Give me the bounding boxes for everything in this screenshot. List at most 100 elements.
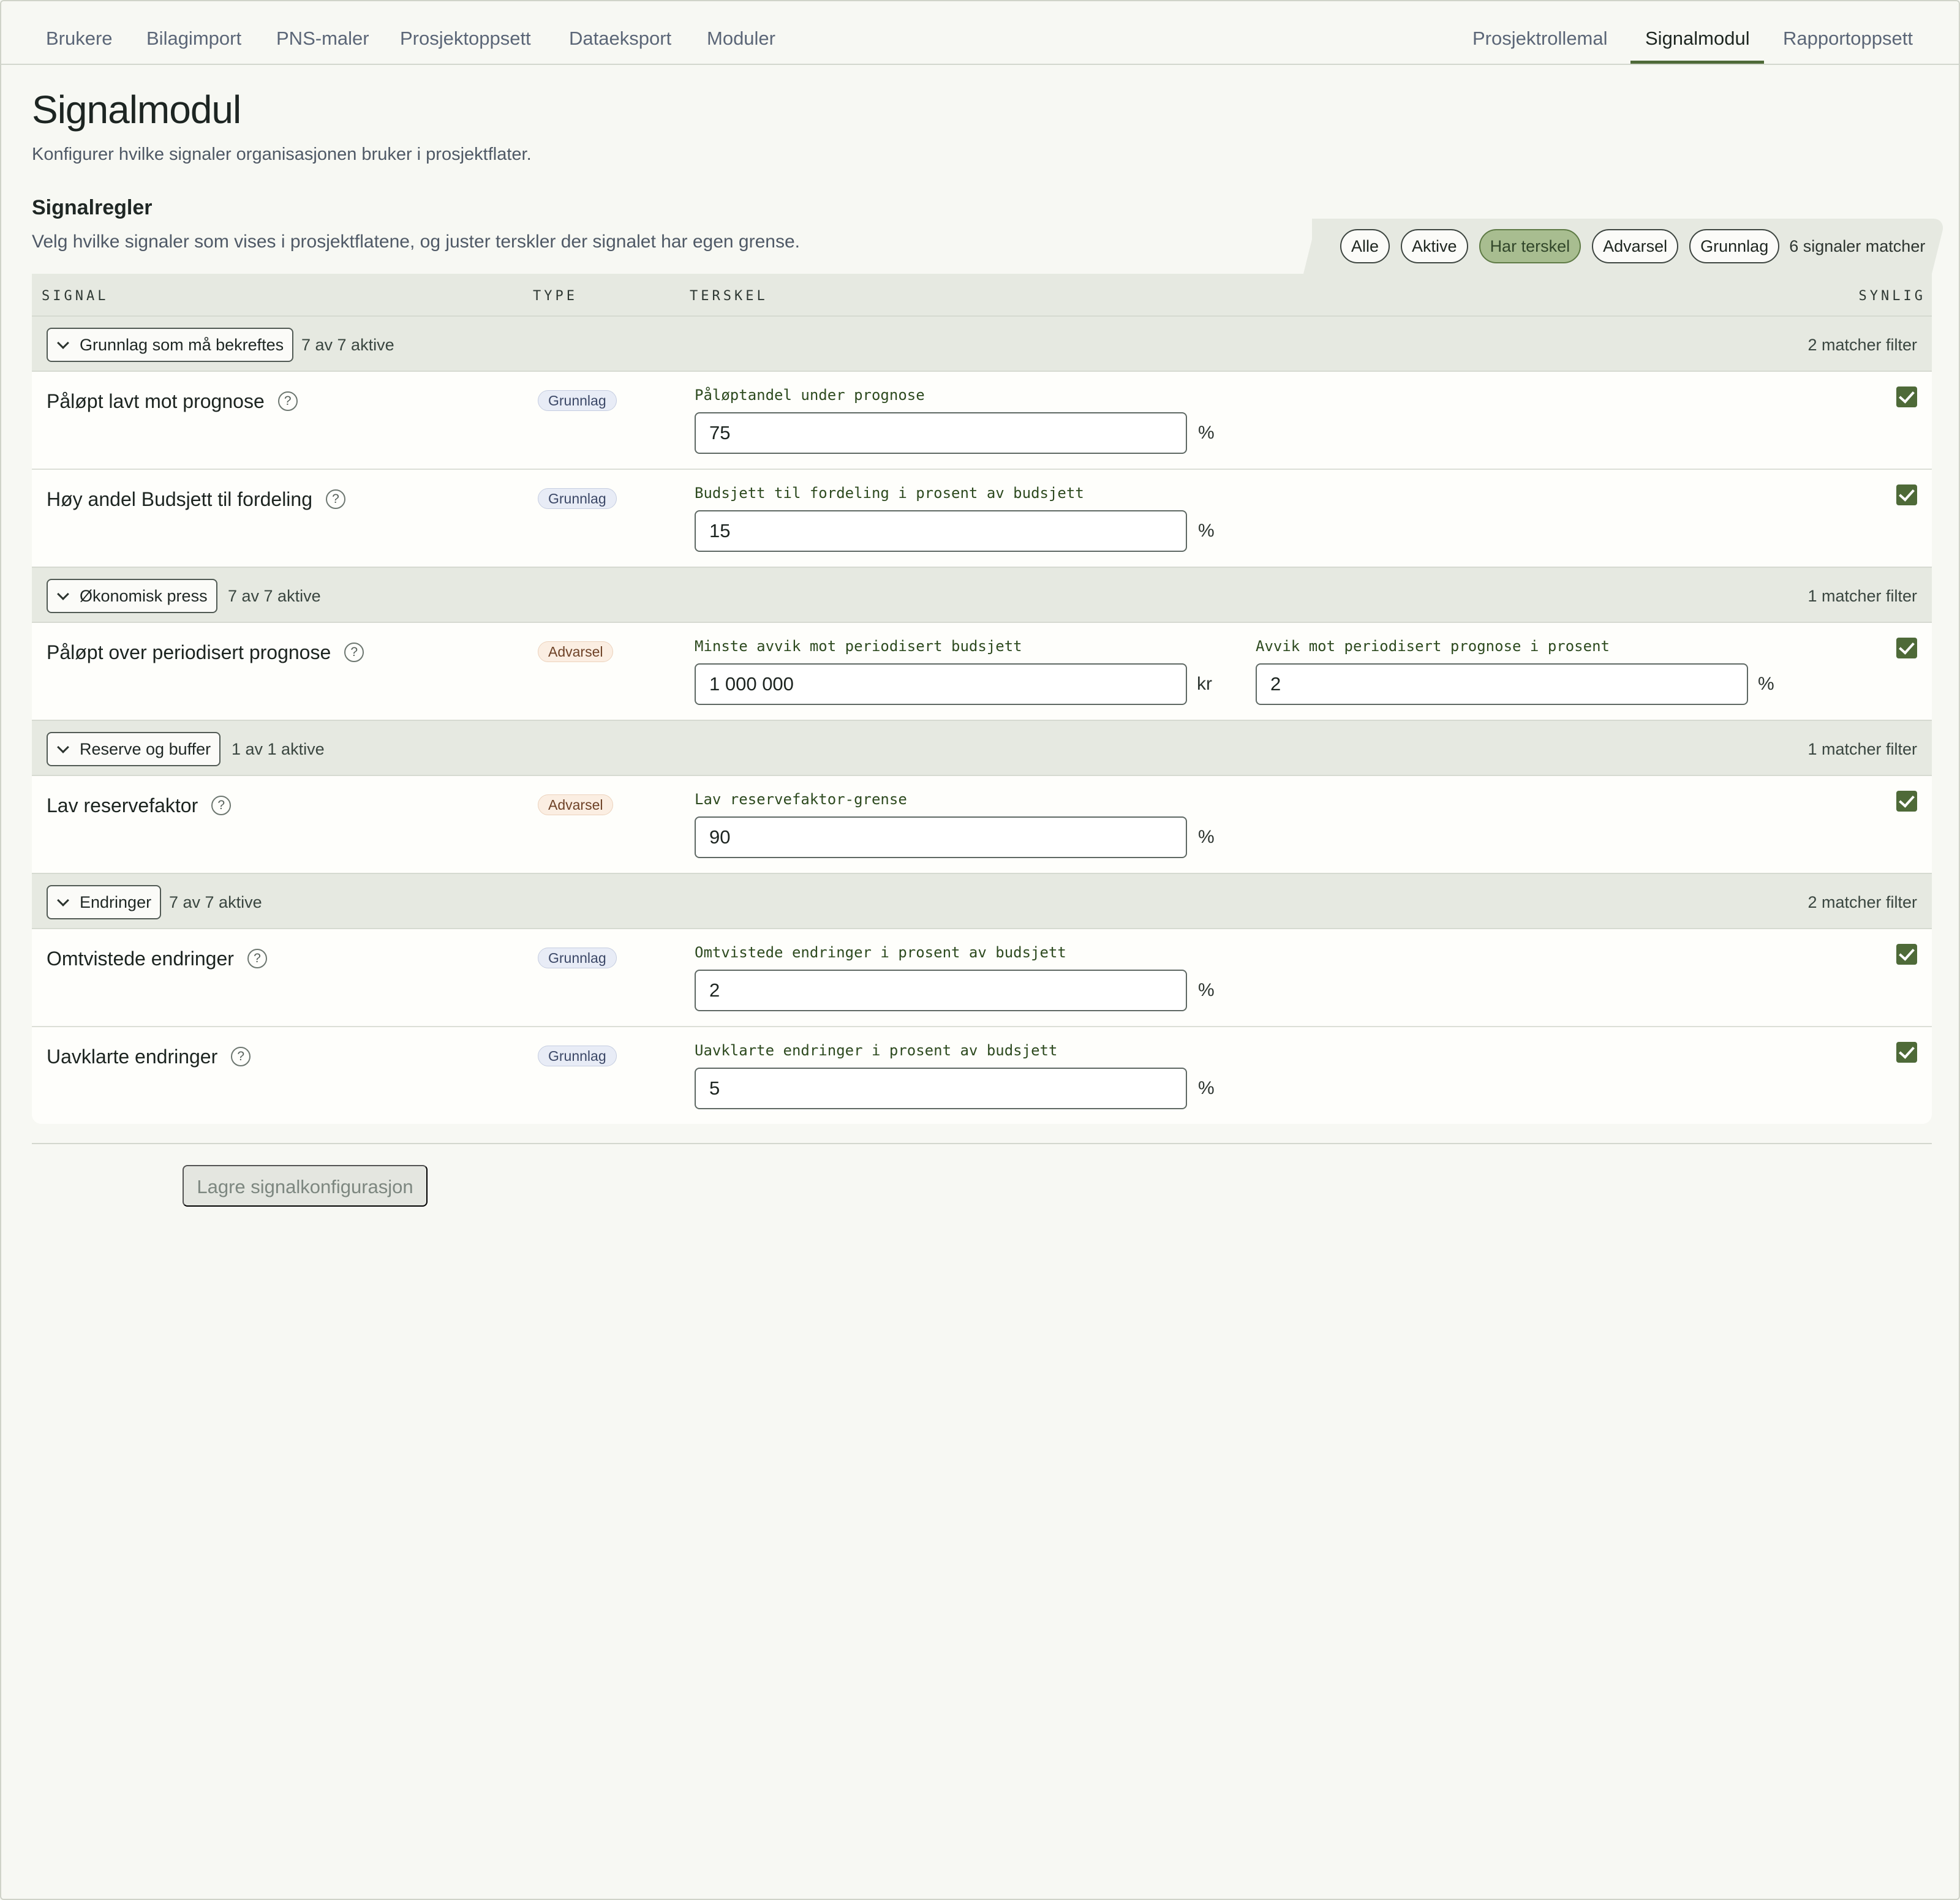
group-toggle-button[interactable]: Endringer [47, 885, 162, 919]
top-navigation: Brukere Bilagimport PNS-maler Prosjektop… [1, 1, 1959, 65]
group-match-count: 1 matcher filter [1807, 587, 1917, 605]
group-toggle-button[interactable]: Grunnlag som må bekreftes [47, 328, 294, 362]
type-badge: Grunnlag [538, 1046, 617, 1066]
filter-bar: Alle Aktive Har terskel Advarsel Grunnla… [1340, 229, 1925, 263]
group-match-count: 2 matcher filter [1807, 336, 1917, 354]
nav-tab-prosjektoppsett[interactable]: Prosjektoppsett [400, 1, 531, 65]
visible-checkbox[interactable] [1896, 484, 1917, 505]
group-label: Økonomisk press [80, 587, 208, 605]
threshold-input[interactable]: 2 [695, 970, 1187, 1011]
save-signal-configuration-button[interactable]: Lagre signalkonfigurasjon [183, 1165, 428, 1207]
group-label: Reserve og buffer [80, 740, 211, 758]
nav-tab-pns-maler[interactable]: PNS-maler [276, 1, 369, 65]
help-icon[interactable]: ? [211, 795, 232, 815]
chevron-down-icon [57, 894, 69, 907]
nav-tab-brukere[interactable]: Brukere [46, 1, 113, 65]
group-active-count: 7 av 7 aktive [169, 893, 262, 911]
threshold-label: Budsjett til fordeling i prosent av buds… [695, 484, 1084, 502]
column-header-threshold: TERSKEL [690, 288, 768, 304]
signal-name: Lav reservefaktor? [47, 794, 232, 817]
signal-name: Påløpt over periodisert prognose? [47, 641, 364, 664]
settings-window: Brukere Bilagimport PNS-maler Prosjektop… [0, 0, 1960, 1900]
table-row: Omtvistede endringer? Grunnlag Omtvisted… [32, 929, 1932, 1027]
threshold-unit: % [1198, 980, 1215, 1000]
visible-checkbox[interactable] [1896, 944, 1917, 965]
column-header-visible: SYNLIG [1858, 288, 1926, 304]
visible-checkbox[interactable] [1896, 386, 1917, 407]
threshold-percent-input[interactable]: 2 [1256, 663, 1748, 705]
threshold-unit: % [1198, 423, 1215, 443]
page-subtitle: Konfigurer hvilke signaler organisasjone… [32, 145, 532, 164]
threshold-label: Påløptandel under prognose [695, 386, 925, 404]
signal-name: Påløpt lavt mot prognose? [47, 390, 298, 413]
filter-chip-advarsel[interactable]: Advarsel [1592, 229, 1679, 263]
filter-chip-alle[interactable]: Alle [1340, 229, 1390, 263]
help-icon[interactable]: ? [344, 642, 364, 662]
threshold-amount-input[interactable]: 1 000 000 [695, 663, 1187, 705]
help-icon[interactable]: ? [231, 1046, 251, 1066]
group-row: Grunnlag som må bekreftes 7 av 7 aktive … [32, 315, 1932, 372]
help-icon[interactable]: ? [277, 391, 298, 411]
table-header: SIGNAL TYPE TERSKEL SYNLIG [32, 274, 1932, 317]
table-row: Påløpt over periodisert prognose? Advars… [32, 623, 1932, 721]
signal-name: Høy andel Budsjett til fordeling? [47, 488, 345, 511]
chevron-down-icon [57, 741, 69, 753]
nav-tab-moduler[interactable]: Moduler [707, 1, 775, 65]
visible-checkbox[interactable] [1896, 791, 1917, 812]
signal-name-text: Høy andel Budsjett til fordeling [47, 488, 312, 510]
group-active-count: 1 av 1 aktive [232, 740, 325, 758]
active-tab-indicator [1630, 61, 1764, 64]
type-badge: Grunnlag [538, 488, 617, 509]
page-title: Signalmodul [32, 88, 241, 132]
threshold-label: Minste avvik mot periodisert budsjett [695, 638, 1022, 655]
table-row: Høy andel Budsjett til fordeling? Grunnl… [32, 470, 1932, 568]
group-toggle-button[interactable]: Reserve og buffer [47, 732, 221, 766]
signal-name-text: Omtvistede endringer [47, 948, 234, 970]
footer-divider [32, 1143, 1932, 1144]
table-row: Lav reservefaktor? Advarsel Lav reservef… [32, 776, 1932, 874]
visible-checkbox[interactable] [1896, 1042, 1917, 1063]
signal-name-text: Påløpt lavt mot prognose [47, 390, 265, 412]
section-title: Signalregler [32, 196, 153, 219]
nav-tab-rapportoppsett[interactable]: Rapportoppsett [1783, 1, 1913, 65]
threshold-unit: % [1198, 1078, 1215, 1098]
chevron-down-icon [57, 337, 69, 349]
threshold-label: Omtvistede endringer i prosent av budsje… [695, 944, 1066, 961]
nav-tab-prosjektrollemal[interactable]: Prosjektrollemal [1472, 1, 1608, 65]
group-row: Reserve og buffer 1 av 1 aktive 1 matche… [32, 720, 1932, 776]
help-icon[interactable]: ? [247, 948, 267, 968]
column-header-type: TYPE [533, 288, 578, 304]
filter-chip-aktive[interactable]: Aktive [1401, 229, 1468, 263]
table-row: Påløpt lavt mot prognose? Grunnlag Påløp… [32, 372, 1932, 470]
signal-name-text: Lav reservefaktor [47, 794, 198, 816]
signal-name-text: Uavklarte endringer [47, 1046, 218, 1068]
threshold-input[interactable]: 5 [695, 1068, 1187, 1109]
type-badge: Advarsel [538, 641, 614, 662]
nav-tab-bilagimport[interactable]: Bilagimport [146, 1, 241, 65]
filter-chip-grunnlag[interactable]: Grunnlag [1689, 229, 1780, 263]
signal-name: Uavklarte endringer? [47, 1046, 251, 1068]
signal-name-text: Påløpt over periodisert prognose [47, 641, 331, 663]
threshold-label: Lav reservefaktor-grense [695, 791, 907, 808]
visible-checkbox[interactable] [1896, 638, 1917, 658]
group-match-count: 2 matcher filter [1807, 893, 1917, 911]
group-toggle-button[interactable]: Økonomisk press [47, 579, 217, 613]
threshold-input[interactable]: 90 [695, 816, 1187, 858]
group-row: Endringer 7 av 7 aktive 2 matcher filter [32, 873, 1932, 929]
threshold-unit: % [1198, 827, 1215, 847]
group-active-count: 7 av 7 aktive [301, 336, 394, 354]
threshold-input[interactable]: 75 [695, 412, 1187, 454]
group-row: Økonomisk press 7 av 7 aktive 1 matcher … [32, 567, 1932, 623]
threshold-label-secondary: Avvik mot periodisert prognose i prosent [1256, 638, 1610, 655]
threshold-input[interactable]: 15 [695, 510, 1187, 552]
group-active-count: 7 av 7 aktive [228, 587, 321, 605]
threshold-unit-secondary: % [1758, 674, 1774, 694]
filter-chip-har-terskel[interactable]: Har terskel [1479, 229, 1581, 263]
nav-tab-signalmodul[interactable]: Signalmodul [1645, 1, 1750, 65]
help-icon[interactable]: ? [326, 489, 345, 509]
type-badge: Advarsel [538, 794, 614, 815]
column-header-signal: SIGNAL [42, 288, 109, 304]
chevron-down-icon [57, 588, 69, 600]
nav-tab-dataeksport[interactable]: Dataeksport [569, 1, 671, 65]
signal-name: Omtvistede endringer? [47, 948, 267, 970]
